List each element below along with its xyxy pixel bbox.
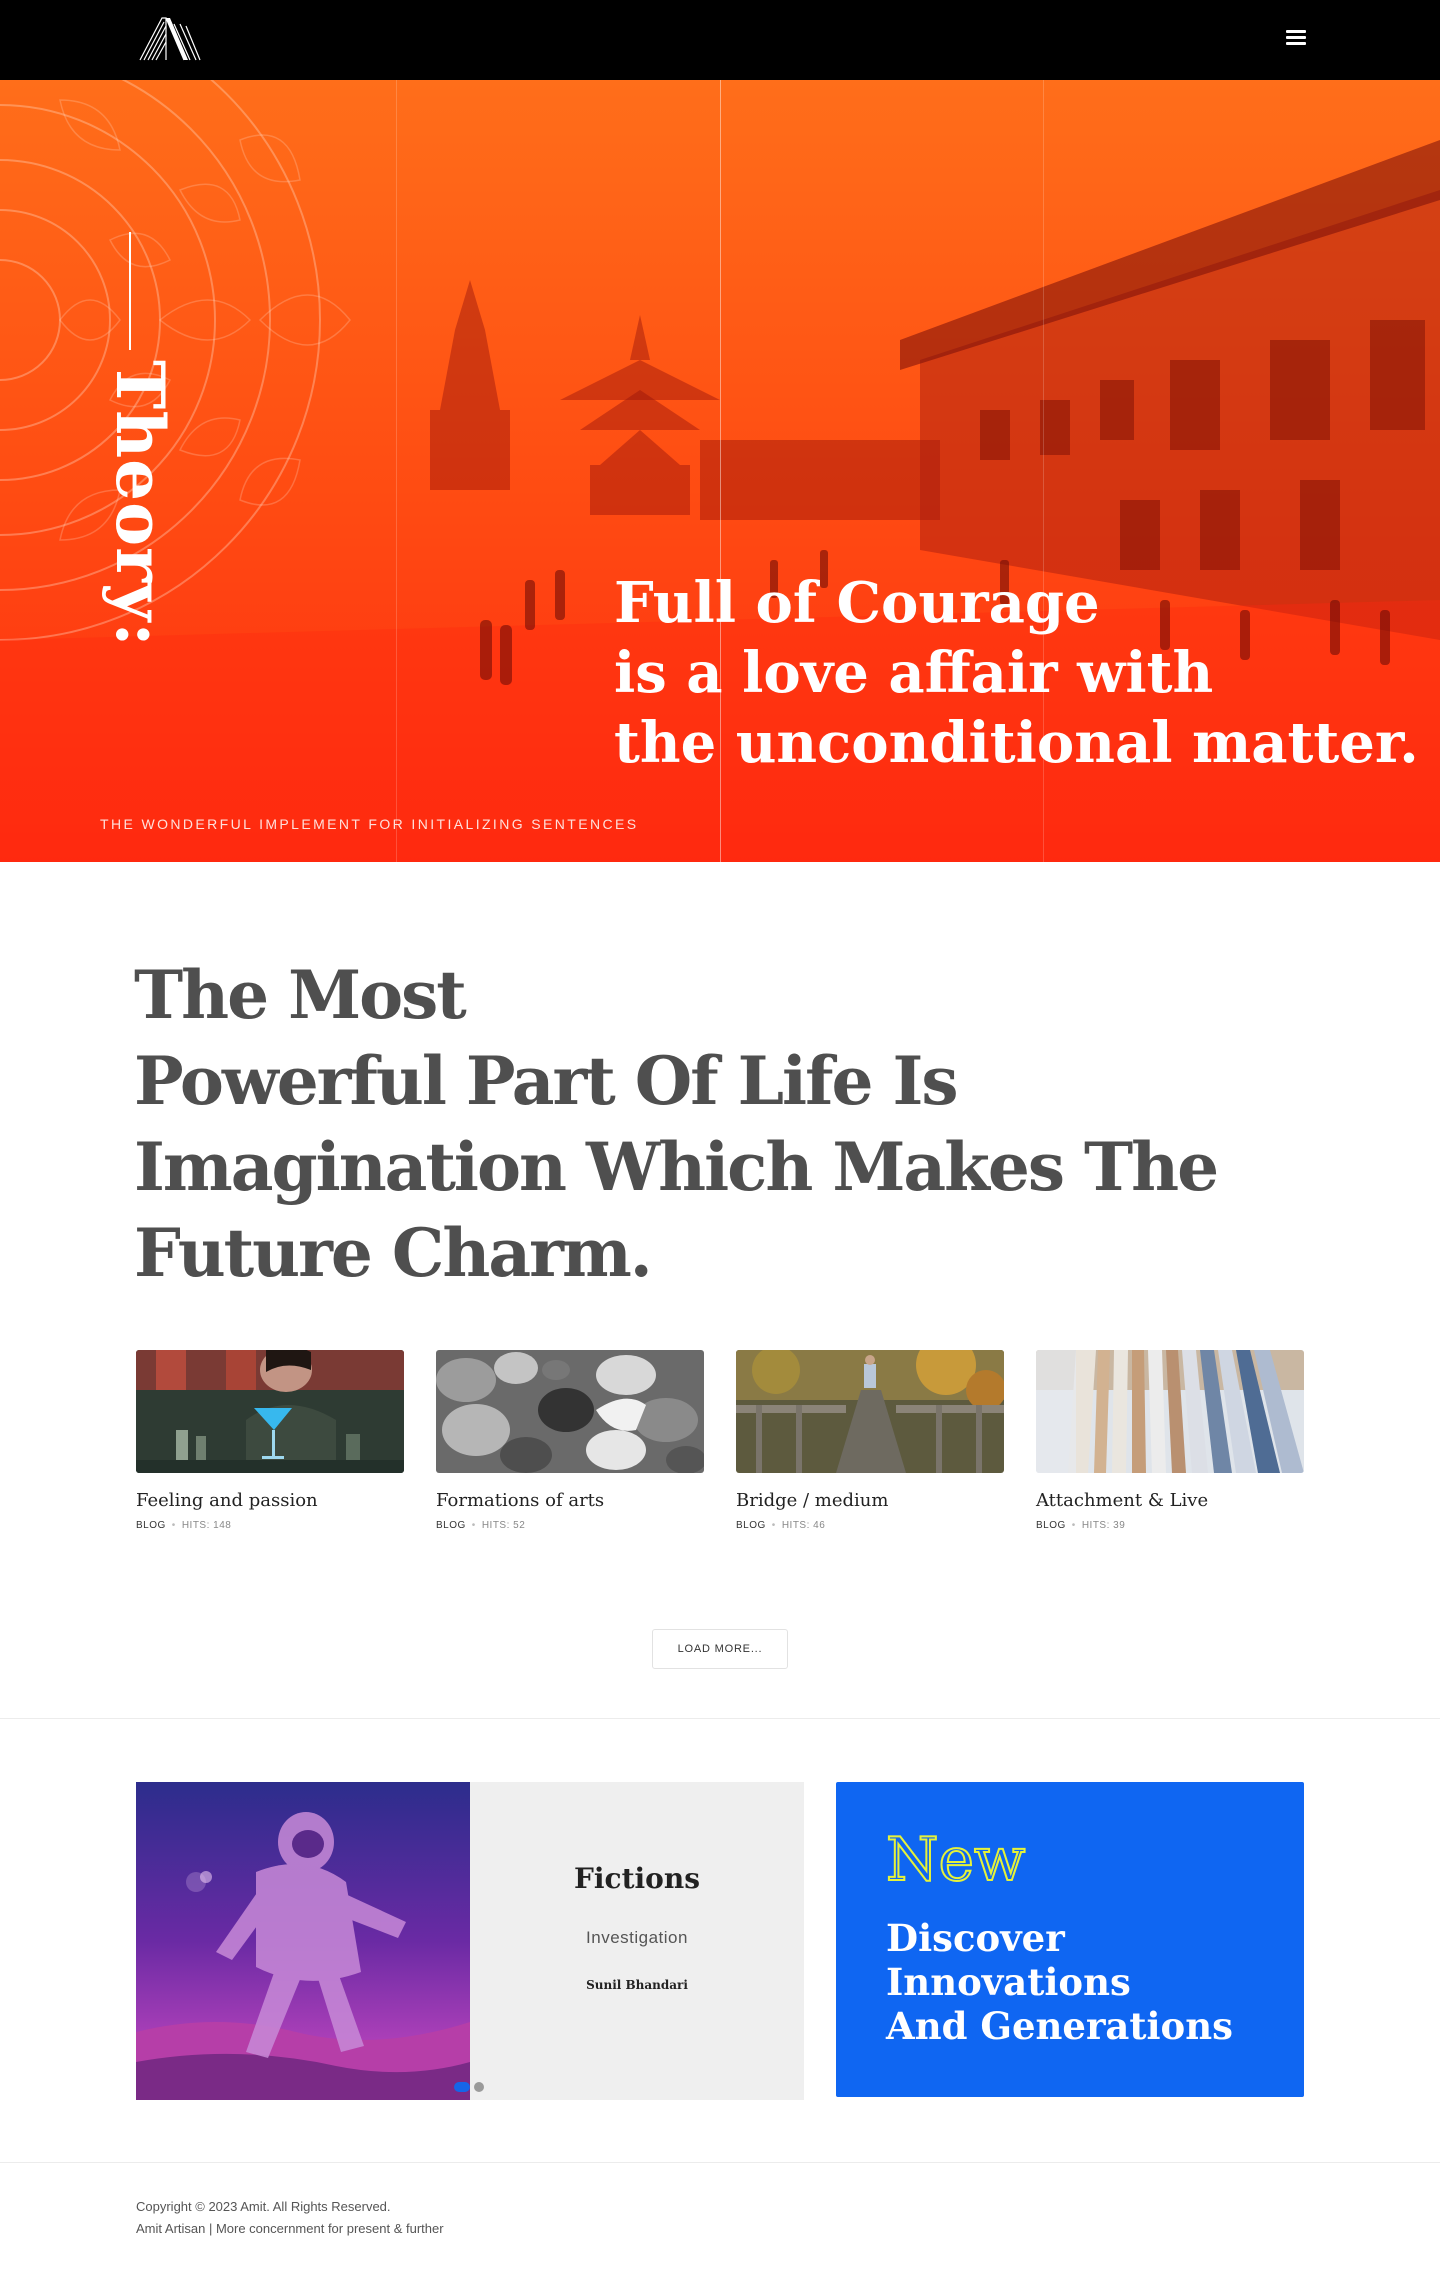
blog-card-category[interactable]: BLOG — [136, 1520, 166, 1531]
blog-card-image[interactable] — [736, 1350, 1004, 1473]
blog-card[interactable]: Attachment & Live BLOG • HITS: 39 — [1036, 1350, 1304, 1531]
blog-card-meta: BLOG • HITS: 39 — [1036, 1520, 1304, 1531]
promo-banner[interactable]: New Discover Innovations And Generations — [836, 1782, 1304, 2097]
section-divider — [0, 1718, 1440, 1719]
page-headline: The Most Powerful Part Of Life Is Imagin… — [134, 952, 1234, 1296]
feature-slider: Fictions Investigation Sunil Bhandari — [136, 1782, 804, 2100]
blog-card-meta: BLOG • HITS: 52 — [436, 1520, 704, 1531]
blog-card-meta: BLOG • HITS: 46 — [736, 1520, 1004, 1531]
blog-card-meta: BLOG • HITS: 148 — [136, 1520, 404, 1531]
hero-vertical-title: Theory: — [101, 360, 179, 648]
promo-tag: New — [886, 1824, 1026, 1892]
hamburger-menu-icon[interactable] — [1286, 30, 1306, 48]
slider-dots — [454, 2078, 488, 2092]
hero-quote-line: the unconditional matter. — [614, 710, 1419, 776]
blog-card[interactable]: Bridge / medium BLOG • HITS: 46 — [736, 1350, 1004, 1531]
promo-tag-text: New — [886, 1825, 1025, 1892]
hero-quote-line: Full of Courage — [614, 570, 1100, 636]
section-divider — [0, 2162, 1440, 2163]
meta-separator: • — [1071, 1520, 1076, 1531]
hero-quote-line: is a love affair with — [614, 640, 1214, 706]
meta-separator: • — [171, 1520, 176, 1531]
slider-dot[interactable] — [474, 2081, 484, 2092]
hero-quote: Full of Courage is a love affair with th… — [614, 568, 1419, 778]
blog-card-title[interactable]: Feeling and passion — [136, 1490, 404, 1511]
blog-card-image[interactable] — [1036, 1350, 1304, 1473]
blog-card-image[interactable] — [136, 1350, 404, 1473]
blog-card-category[interactable]: BLOG — [436, 1520, 466, 1531]
blog-card-title[interactable]: Bridge / medium — [736, 1490, 1004, 1511]
blog-card-category[interactable]: BLOG — [1036, 1520, 1066, 1531]
promo-line: And Generations — [886, 2004, 1233, 2048]
feature-slide-image[interactable] — [136, 1782, 470, 2100]
headline-line: Powerful Part Of Life Is — [134, 1042, 958, 1120]
blog-card[interactable]: Feeling and passion BLOG • HITS: 148 — [136, 1350, 404, 1531]
blog-card[interactable]: Formations of arts BLOG • HITS: 52 — [436, 1350, 704, 1531]
hero-caption: THE WONDERFUL IMPLEMENT FOR INITIALIZING… — [100, 816, 639, 832]
blog-card-hits: HITS: 52 — [481, 1520, 526, 1531]
meta-separator: • — [471, 1520, 476, 1531]
feature-author[interactable]: Sunil Bhandari — [470, 1978, 804, 1992]
hero-grid-line — [396, 80, 397, 862]
headline-line: Imagination Which Makes The — [134, 1128, 1219, 1206]
promo-line: Innovations — [886, 1960, 1131, 2004]
site-logo[interactable] — [136, 14, 212, 64]
blog-card-hits: HITS: 148 — [181, 1520, 232, 1531]
site-footer: Copyright © 2023 Amit. All Rights Reserv… — [136, 2196, 444, 2240]
meta-separator: • — [771, 1520, 776, 1531]
promo-line: Discover — [886, 1916, 1065, 1960]
slider-dot-active[interactable] — [454, 2081, 470, 2092]
blog-card-image[interactable] — [436, 1350, 704, 1473]
blog-card-hits: HITS: 46 — [781, 1520, 826, 1531]
site-header — [0, 0, 1440, 80]
feature-title[interactable]: Fictions — [470, 1862, 804, 1895]
footer-copyright: Copyright © 2023 Amit. All Rights Reserv… — [136, 2199, 391, 2214]
headline-line: The Most — [134, 956, 467, 1034]
blog-card-title[interactable]: Attachment & Live — [1036, 1490, 1304, 1511]
feature-subtitle: Investigation — [586, 1928, 688, 1947]
headline-line: Future Charm. — [134, 1214, 653, 1292]
blog-card-hits: HITS: 39 — [1081, 1520, 1126, 1531]
blog-card-title[interactable]: Formations of arts — [436, 1490, 704, 1511]
blog-card-category[interactable]: BLOG — [736, 1520, 766, 1531]
footer-tagline: Amit Artisan | More concernment for pres… — [136, 2221, 444, 2236]
hero-banner: Theory: Full of Courage is a love affair… — [0, 80, 1440, 862]
load-more-button[interactable]: LOAD MORE... — [652, 1629, 788, 1669]
theory-accent-bar — [129, 232, 131, 350]
promo-text: Discover Innovations And Generations — [886, 1916, 1286, 2048]
